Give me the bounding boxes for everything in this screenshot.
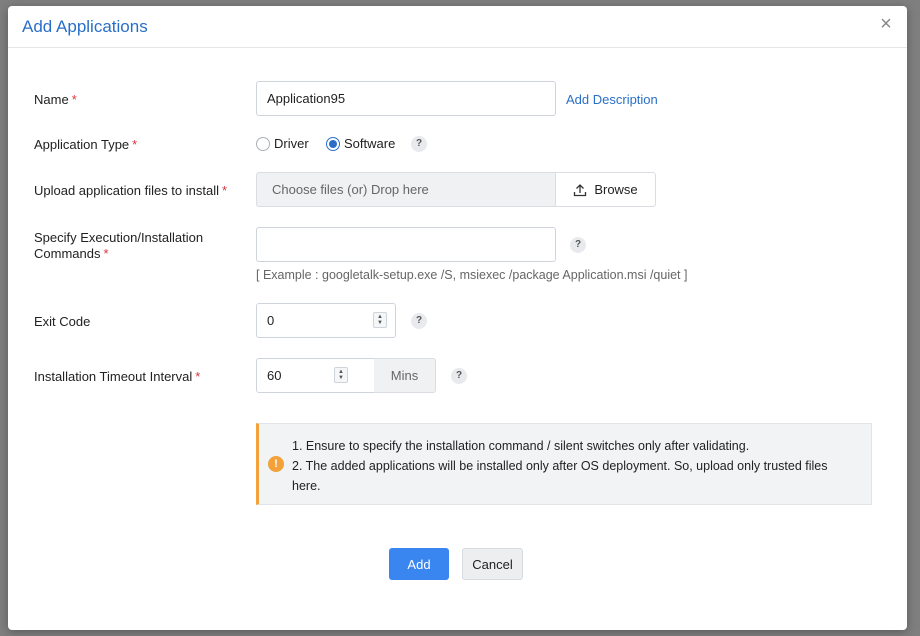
app-type-label-text: Application Type [34, 137, 130, 152]
commands-input[interactable] [256, 227, 556, 262]
required-marker: * [71, 92, 77, 107]
radio-software-circle[interactable] [326, 136, 340, 151]
browse-button[interactable]: Browse [555, 172, 656, 207]
warning-icon: ! [268, 456, 284, 472]
upload-label: Upload application files to install * [34, 183, 227, 199]
required-marker: * [222, 183, 228, 198]
note-line-2: 2. The added applications will be instal… [292, 459, 828, 493]
exit-code-stepper[interactable]: ▲ ▼ [373, 312, 387, 328]
commands-label: Specify Execution/Installation Commands * [34, 230, 203, 262]
required-marker: * [132, 137, 138, 152]
radio-software[interactable]: Software [326, 136, 395, 151]
dialog-header: Add Applications [8, 6, 907, 48]
timeout-value: 60 [267, 368, 282, 383]
commands-label-line2-wrap: Commands * [34, 246, 203, 262]
add-description-link[interactable]: Add Description [566, 92, 658, 107]
upload-icon [574, 183, 587, 196]
cancel-button[interactable]: Cancel [462, 548, 523, 580]
name-input[interactable]: Application95 [256, 81, 556, 116]
name-label-text: Name [34, 92, 69, 107]
info-note-text: 1. Ensure to specify the installation co… [292, 436, 852, 496]
close-icon[interactable]: × [877, 14, 895, 34]
timeout-stepper[interactable]: ▲ ▼ [334, 367, 348, 383]
commands-label-line1: Specify Execution/Installation [34, 230, 204, 245]
dialog-title: Add Applications [22, 16, 148, 36]
note-line-1: 1. Ensure to specify the installation co… [292, 439, 750, 453]
commands-example-text: [ Example : googletalk-setup.exe /S, msi… [256, 268, 688, 282]
name-label: Name * [34, 92, 77, 108]
help-icon[interactable]: ? [451, 368, 467, 384]
browse-button-label: Browse [594, 182, 638, 197]
stepper-down-icon[interactable]: ▼ [338, 375, 344, 381]
exit-code-value: 0 [267, 313, 275, 328]
timeout-label: Installation Timeout Interval * [34, 369, 200, 385]
help-icon[interactable]: ? [411, 136, 427, 152]
commands-label-line2: Commands [34, 246, 101, 261]
exit-code-label-text: Exit Code [34, 314, 91, 329]
help-icon[interactable]: ? [570, 237, 586, 253]
radio-driver[interactable]: Driver [256, 136, 309, 151]
radio-driver-circle[interactable] [256, 136, 270, 151]
stepper-down-icon[interactable]: ▼ [377, 320, 383, 326]
file-drop-zone[interactable]: Choose files (or) Drop here [256, 172, 556, 207]
exit-code-label: Exit Code [34, 314, 90, 330]
timeout-label-text: Installation Timeout Interval [34, 369, 193, 384]
timeout-unit: Mins [374, 358, 436, 393]
timeout-input[interactable]: 60 [256, 358, 375, 393]
add-button[interactable]: Add [389, 548, 449, 580]
add-applications-dialog: Add Applications × Name * Application95 A… [8, 6, 907, 630]
radio-driver-label: Driver [274, 136, 309, 151]
required-marker: * [195, 369, 201, 384]
radio-software-label: Software [344, 136, 396, 151]
app-type-label: Application Type * [34, 137, 137, 153]
help-icon[interactable]: ? [411, 313, 427, 329]
upload-label-text: Upload application files to install [34, 183, 219, 198]
required-marker: * [103, 246, 109, 261]
